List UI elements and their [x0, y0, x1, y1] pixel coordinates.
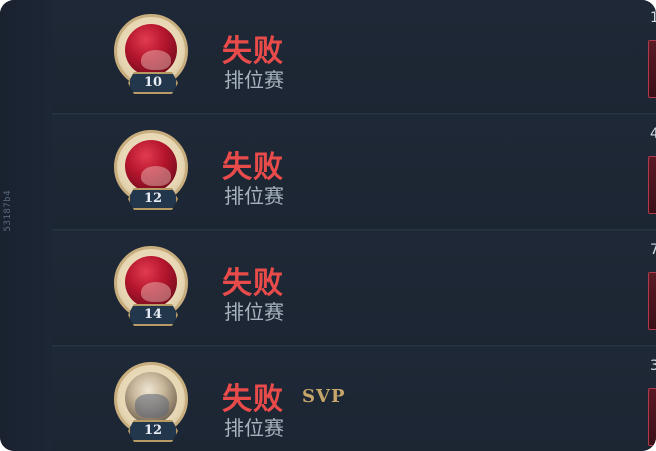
match-row[interactable]: 12 失败 排位赛 4: [52, 116, 656, 232]
side-strip: 53187b4: [0, 0, 53, 451]
hero-level-badge: 10: [128, 72, 178, 94]
match-mode-label: 排位赛: [224, 416, 284, 440]
hero-avatar: 14: [114, 246, 194, 330]
hero-avatar: 10: [114, 14, 194, 98]
right-edge-tab[interactable]: [648, 388, 656, 446]
match-history-screen: 53187b4 10 失败 排位赛 1 12 失败 排位赛 4 14 失败 排位…: [0, 0, 656, 451]
hero-level-badge: 12: [128, 188, 178, 210]
right-edge-digit: 4: [650, 126, 656, 142]
right-edge-digit: 3: [650, 358, 656, 374]
match-row[interactable]: 12 失败 SVP 排位赛 3: [52, 348, 656, 451]
side-vertical-text: 53187b4: [3, 190, 13, 232]
match-mode-label: 排位赛: [224, 300, 284, 324]
right-edge-tab[interactable]: [648, 156, 656, 214]
hero-avatar: 12: [114, 130, 194, 214]
match-row[interactable]: 10 失败 排位赛 1: [52, 0, 656, 116]
match-mode-label: 排位赛: [224, 184, 284, 208]
match-row[interactable]: 14 失败 排位赛 7: [52, 232, 656, 348]
right-edge-digit: 7: [650, 242, 656, 258]
match-mode-label: 排位赛: [224, 68, 284, 92]
warrior-hero-portrait-icon: [125, 372, 177, 424]
right-edge-tab[interactable]: [648, 40, 656, 98]
svp-badge: SVP: [302, 386, 346, 407]
right-edge-digit: 1: [650, 10, 656, 26]
hero-avatar: 12: [114, 362, 194, 446]
rose-hero-portrait-icon: [125, 256, 177, 308]
rose-hero-portrait-icon: [125, 140, 177, 192]
hero-level-badge: 12: [128, 420, 178, 442]
rose-hero-portrait-icon: [125, 24, 177, 76]
hero-level-badge: 14: [128, 304, 178, 326]
right-edge-tab[interactable]: [648, 272, 656, 330]
